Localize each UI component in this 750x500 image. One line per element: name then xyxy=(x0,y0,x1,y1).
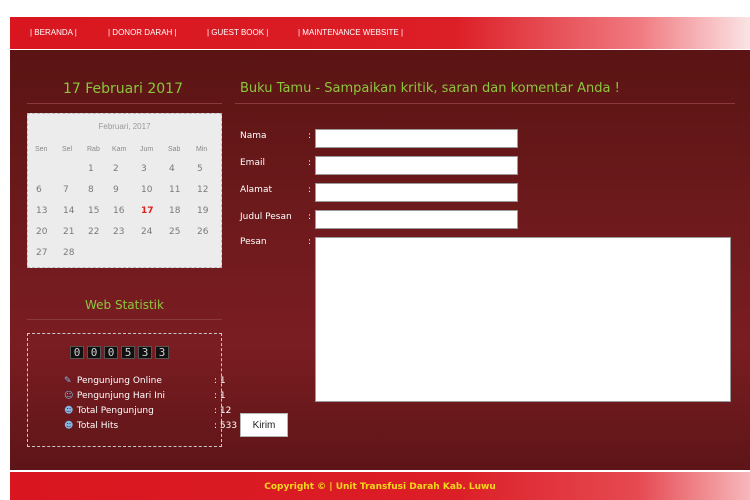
nama-colon: : xyxy=(308,131,312,141)
counter-digit: 5 xyxy=(121,346,135,359)
nav-donor-darah[interactable]: | DONOR DARAH | xyxy=(108,28,177,37)
calendar-weekday: Kam xyxy=(112,146,127,153)
calendar-day[interactable]: 12 xyxy=(197,185,208,195)
calendar-day-today[interactable]: 17 xyxy=(141,206,154,216)
judul-pesan-colon: : xyxy=(308,212,312,222)
calendar-day[interactable]: 9 xyxy=(113,185,119,195)
judul-pesan-input[interactable] xyxy=(315,210,518,229)
calendar-widget: Februari, 2017 Sen Sel Rab Kam Jum Sab Min 1 2 3 4… xyxy=(27,113,222,268)
counter-digit: 3 xyxy=(155,346,169,359)
calendar-day[interactable]: 23 xyxy=(113,227,124,237)
user-online-icon: ✎ xyxy=(64,376,72,386)
stat-label: Pengunjung Hari Ini xyxy=(76,391,166,401)
current-date-title: 17 Februari 2017 xyxy=(63,81,183,97)
nav-beranda[interactable]: | BERANDA | xyxy=(30,28,77,37)
calendar-day[interactable]: 11 xyxy=(169,185,180,195)
calendar-day[interactable]: 27 xyxy=(36,248,47,258)
calendar-weekday: Sen xyxy=(35,146,48,153)
calendar-weekday: Sel xyxy=(62,146,73,153)
stat-row-today: ☺ Pengunjung Hari Ini : 1 xyxy=(64,391,226,401)
counter-digit-value: 3 xyxy=(141,346,149,359)
calendar-day[interactable]: 16 xyxy=(113,206,124,216)
calendar-day[interactable]: 13 xyxy=(36,206,47,216)
calendar-weekday: Jum xyxy=(140,146,154,153)
pesan-colon: : xyxy=(308,237,312,247)
counter-digit: 0 xyxy=(70,346,84,359)
users-total-icon: ☻ xyxy=(64,406,74,416)
calendar-weekday: Rab xyxy=(87,146,100,153)
calendar-day[interactable]: 20 xyxy=(36,227,47,237)
calendar-day[interactable]: 8 xyxy=(88,185,94,195)
stat-label: Pengunjung Online xyxy=(76,376,162,386)
web-statistics-box: 000533 ✎ Pengunjung Online : 1 ☺ Pengunj… xyxy=(27,333,237,447)
sidebar-divider xyxy=(27,103,222,104)
calendar-month-label: Februari, 2017 xyxy=(98,122,151,131)
nama-label: Nama xyxy=(240,131,267,141)
alamat-colon: : xyxy=(308,185,312,195)
calendar-day[interactable]: 14 xyxy=(63,206,74,216)
email-input[interactable] xyxy=(315,156,518,175)
calendar-day[interactable]: 1 xyxy=(88,164,94,174)
guestbook-divider xyxy=(235,103,735,104)
stat-label: Total Hits xyxy=(76,421,119,431)
stat-value: : 533 xyxy=(214,421,238,431)
counter-digit: 0 xyxy=(87,346,101,359)
counter-digit-value: 0 xyxy=(107,346,115,359)
guestbook-title: Buku Tamu - Sampaikan kritik, saran dan … xyxy=(240,81,620,96)
kirim-button[interactable]: Kirim xyxy=(240,413,288,437)
stat-row-total: ☻ Total Pengunjung : 12 xyxy=(64,406,231,416)
counter-digit-value: 3 xyxy=(158,346,166,359)
pesan-textarea[interactable] xyxy=(315,237,731,402)
calendar-day[interactable]: 21 xyxy=(63,227,74,237)
counter-digit-value: 0 xyxy=(73,346,81,359)
calendar-day[interactable]: 25 xyxy=(169,227,180,237)
calendar-weekday: Min xyxy=(196,146,208,153)
calendar-day[interactable]: 24 xyxy=(141,227,152,237)
email-colon: : xyxy=(308,158,312,168)
calendar-day[interactable]: 6 xyxy=(36,185,42,195)
calendar-day[interactable]: 26 xyxy=(197,227,208,237)
copyright-text: Copyright © | Unit Transfusi Darah Kab. … xyxy=(264,482,496,492)
counter-digit: 0 xyxy=(104,346,118,359)
hits-icon: ☻ xyxy=(64,421,74,431)
email-label: Email xyxy=(240,158,265,168)
pesan-label: Pesan xyxy=(240,237,267,247)
stat-value: : 12 xyxy=(214,406,232,416)
calendar-day[interactable]: 7 xyxy=(63,185,69,195)
users-today-icon: ☺ xyxy=(64,391,74,401)
stat-value: : 1 xyxy=(214,391,226,401)
calendar-weekday: Sab xyxy=(168,146,181,153)
nama-input[interactable] xyxy=(315,129,518,148)
visitor-counter: 000533 xyxy=(70,346,169,359)
calendar-day[interactable]: 4 xyxy=(169,164,175,174)
calendar-day[interactable]: 22 xyxy=(88,227,99,237)
counter-digit-value: 0 xyxy=(90,346,98,359)
stat-row-hits: ☻ Total Hits : 533 xyxy=(64,421,237,431)
stat-value: : 1 xyxy=(214,376,226,386)
web-statistics-title: Web Statistik xyxy=(85,298,164,312)
calendar-day[interactable]: 10 xyxy=(141,185,152,195)
alamat-input[interactable] xyxy=(315,183,518,202)
calendar-day[interactable]: 2 xyxy=(113,164,119,174)
stat-label: Total Pengunjung xyxy=(76,406,154,416)
alamat-label: Alamat xyxy=(240,185,272,195)
stat-row-online: ✎ Pengunjung Online : 1 xyxy=(64,376,226,386)
counter-digit-value: 5 xyxy=(124,346,132,359)
counter-digit: 3 xyxy=(138,346,152,359)
stats-divider xyxy=(27,319,222,320)
calendar-day[interactable]: 28 xyxy=(63,248,74,258)
calendar-day[interactable]: 19 xyxy=(197,206,208,216)
top-navigation: | BERANDA | | DONOR DARAH | | GUEST BOOK… xyxy=(10,17,750,49)
footer-bar: Copyright © | Unit Transfusi Darah Kab. … xyxy=(10,472,750,500)
judul-pesan-label: Judul Pesan xyxy=(240,212,292,222)
nav-maintenance-website[interactable]: | MAINTENANCE WEBSITE | xyxy=(298,28,403,37)
calendar-day[interactable]: 3 xyxy=(141,164,147,174)
calendar-day[interactable]: 5 xyxy=(197,164,203,174)
calendar-day[interactable]: 15 xyxy=(88,206,99,216)
calendar-day[interactable]: 18 xyxy=(169,206,180,216)
nav-guest-book[interactable]: | GUEST BOOK | xyxy=(207,28,268,37)
